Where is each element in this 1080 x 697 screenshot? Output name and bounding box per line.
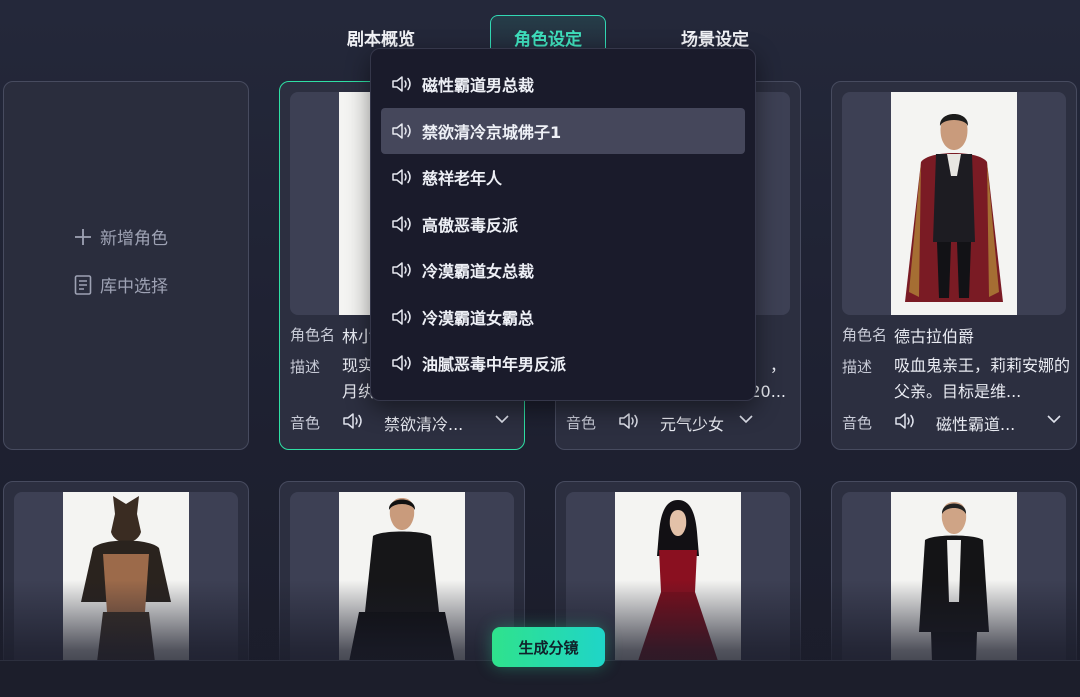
voice-option[interactable]: 磁性霸道男总裁 (381, 61, 745, 108)
select-from-library-label: 库中选择 (100, 277, 168, 297)
library-icon (74, 274, 92, 295)
character-illustration (905, 114, 1003, 302)
tab-label: 场景设定 (681, 29, 749, 50)
name-label: 角色名 (290, 326, 336, 344)
speaker-icon (392, 355, 411, 371)
chevron-down-icon[interactable] (1046, 413, 1062, 425)
voice-option[interactable]: 冷漠霸道女霸总 (381, 294, 745, 341)
voice-option-label: 冷漠霸道女总裁 (422, 262, 535, 282)
voice-option-label: 慈祥老年人 (422, 169, 503, 189)
new-character-label: 新增角色 (100, 229, 168, 249)
voice-option[interactable]: 高傲恶毒反派 (381, 201, 745, 248)
desc-label: 描述 (290, 358, 321, 376)
speaker-icon (392, 123, 411, 139)
character-portrait (891, 92, 1017, 315)
speaker-icon (343, 413, 362, 429)
voice-label: 音色 (566, 414, 597, 432)
speaker-icon (392, 169, 411, 185)
tab-label: 角色设定 (514, 30, 582, 50)
voice-label: 音色 (290, 414, 321, 432)
voice-option[interactable]: 冷漠霸道女总裁 (381, 247, 745, 294)
speaker-icon (619, 413, 638, 429)
generate-storyboard-button[interactable]: 生成分镜 (492, 627, 605, 667)
voice-option-label: 磁性霸道男总裁 (422, 76, 535, 96)
speaker-icon (392, 262, 411, 278)
select-from-library-button[interactable]: 库中选择 (74, 272, 168, 297)
character-description: 吸血鬼亲王，莉莉安娜的父亲。目标是维... (894, 356, 1070, 401)
voice-label: 音色 (842, 414, 873, 432)
speaker-icon (392, 309, 411, 325)
voice-select[interactable]: 元气少女 (660, 411, 724, 435)
voice-option-selected[interactable]: 禁欲清冷京城佛子1 (381, 107, 745, 154)
character-image-frame (842, 92, 1066, 315)
character-card[interactable]: 角色名 德古拉伯爵 描述 吸血鬼亲王，莉莉安娜的父亲。目标是维... 音色 磁性… (831, 81, 1077, 450)
plus-icon (75, 228, 91, 245)
speaker-icon (895, 413, 914, 429)
voice-dropdown-menu: 磁性霸道男总裁 禁欲清冷京城佛子1 慈祥老年人 高傲恶毒反派 冷漠霸道女总裁 冷… (370, 48, 756, 401)
character-name: 德古拉伯爵 (894, 327, 975, 346)
speaker-icon (392, 76, 411, 92)
chevron-down-icon[interactable] (738, 413, 754, 425)
name-label: 角色名 (842, 326, 888, 344)
voice-option-label: 高傲恶毒反派 (422, 215, 519, 235)
voice-select[interactable]: 磁性霸道... (936, 411, 1015, 435)
voice-option-label: 禁欲清冷京城佛子1 (422, 122, 562, 142)
add-character-card (3, 81, 249, 450)
voice-option-label: 油腻恶毒中年男反派 (422, 355, 567, 375)
new-character-button[interactable]: 新增角色 (74, 224, 168, 249)
voice-option[interactable]: 慈祥老年人 (381, 154, 745, 201)
chevron-down-icon[interactable] (494, 413, 510, 425)
speaker-icon (392, 216, 411, 232)
voice-option-label: 冷漠霸道女霸总 (422, 308, 535, 328)
desc-label: 描述 (842, 358, 873, 376)
voice-select[interactable]: 禁欲清冷... (384, 411, 463, 435)
tab-label: 剧本概览 (347, 29, 415, 50)
voice-option[interactable]: 油腻恶毒中年男反派 (381, 340, 745, 387)
